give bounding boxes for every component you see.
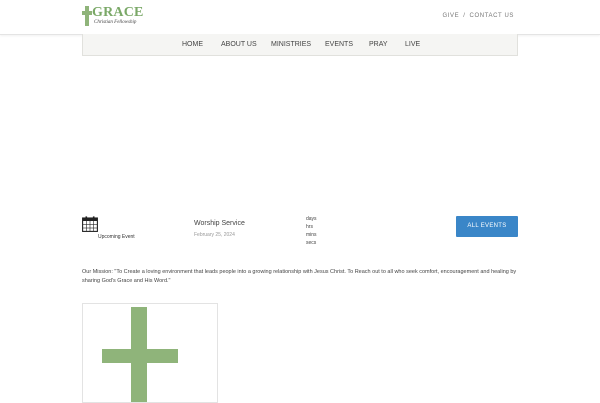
contact-us-link[interactable]: CONTACT US <box>470 13 514 19</box>
calendar-icon <box>82 216 98 232</box>
utility-links: GIVE / CONTACT US <box>443 13 514 19</box>
church-logo-image <box>82 303 218 403</box>
countdown-hours: hrs <box>306 224 313 230</box>
event-title-link[interactable]: Worship Service <box>194 220 245 227</box>
nav-ministries[interactable]: MINISTRIES <box>271 41 311 48</box>
countdown-days: days <box>306 216 317 222</box>
logo-wordmark: GRACE <box>92 5 144 20</box>
cross-logo-icon <box>82 6 92 26</box>
main-navigation: HOME ABOUT US MINISTRIES EVENTS PRAY LIV… <box>82 34 518 56</box>
countdown-seconds: secs <box>306 240 317 246</box>
nav-events[interactable]: EVENTS <box>325 41 353 48</box>
logo-subtitle: Christian Fellowship <box>94 20 137 25</box>
give-link[interactable]: GIVE <box>443 13 460 19</box>
nav-home[interactable]: HOME <box>182 41 203 48</box>
mission-statement: Our Mission: "To Create a loving environ… <box>82 269 517 284</box>
nav-pray[interactable]: PRAY <box>369 41 388 48</box>
site-logo[interactable]: GRACE Christian Fellowship <box>82 5 144 28</box>
upcoming-event-bar: Upcoming Event Worship Service February … <box>82 214 518 254</box>
link-separator: / <box>463 13 466 19</box>
all-events-button[interactable]: ALL EVENTS <box>456 216 518 237</box>
cross-image-horizontal <box>102 349 178 363</box>
upcoming-event-label: Upcoming Event <box>98 234 135 240</box>
countdown-minutes: mins <box>306 232 317 238</box>
top-header: GRACE Christian Fellowship GIVE / CONTACT … <box>0 0 600 35</box>
event-date: February 25, 2024 <box>194 232 235 238</box>
nav-live[interactable]: LIVE <box>405 41 420 48</box>
nav-about-us[interactable]: ABOUT US <box>221 41 257 48</box>
